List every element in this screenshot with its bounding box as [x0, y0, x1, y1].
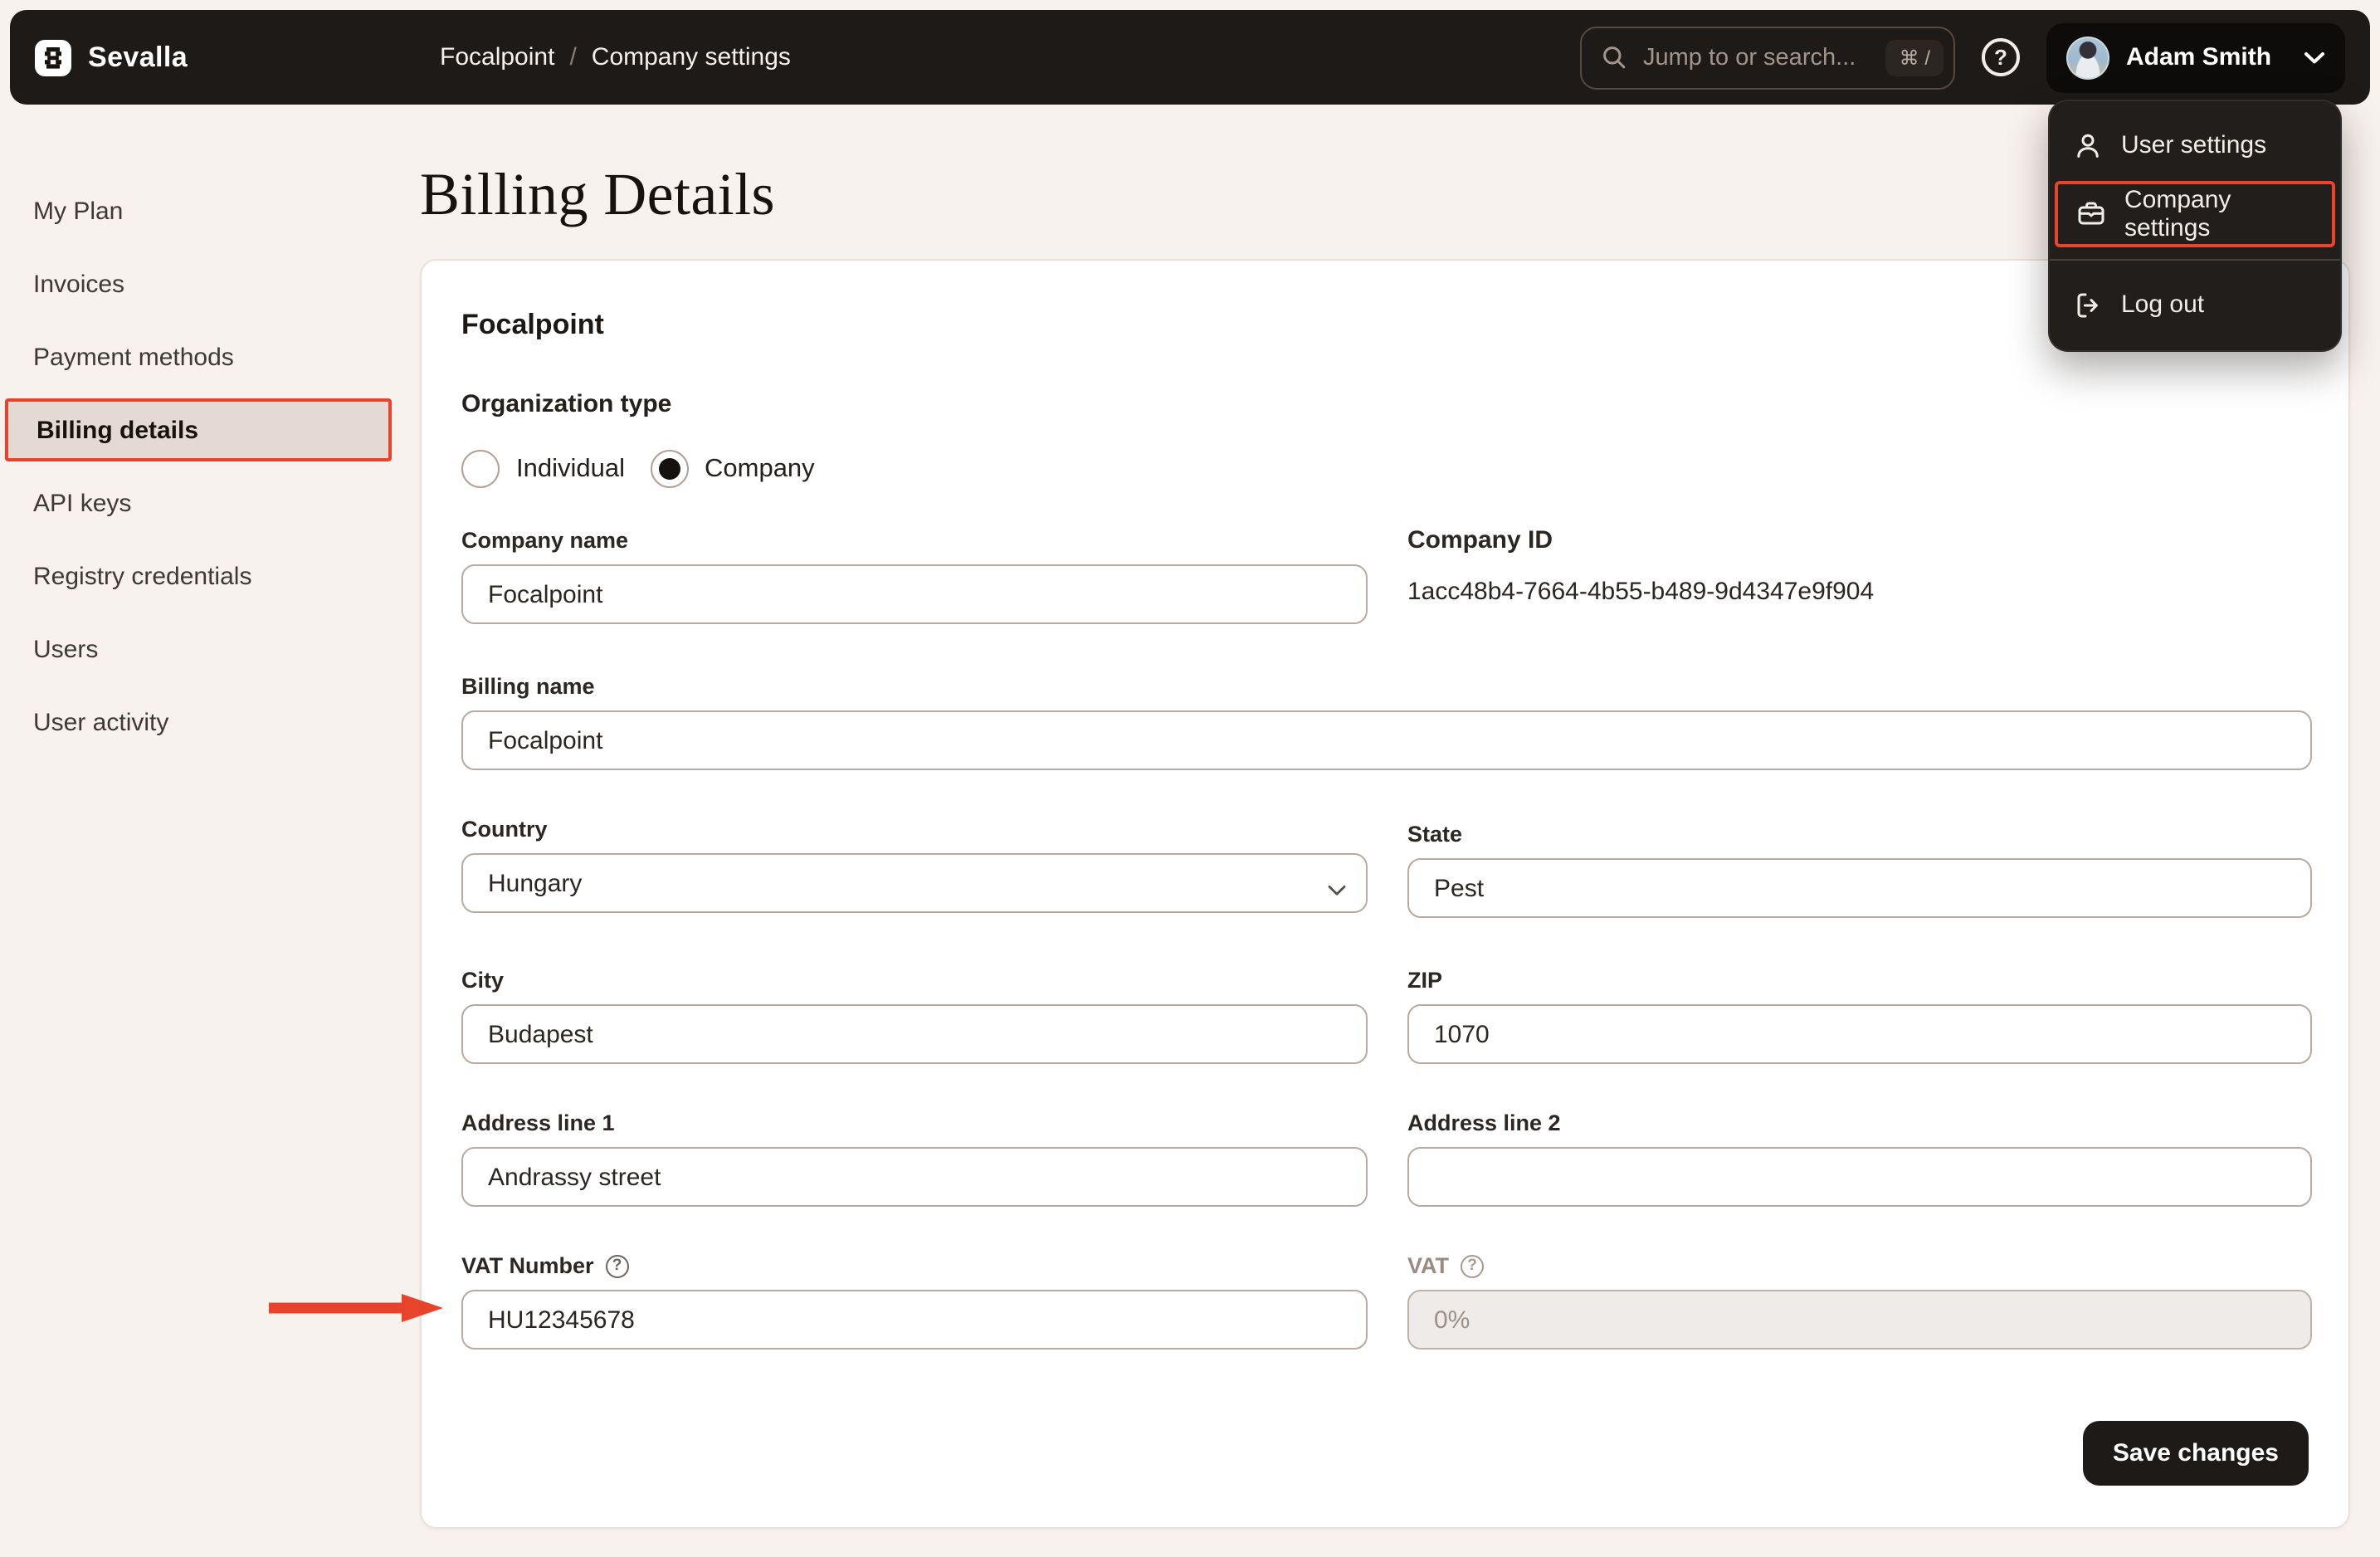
user-menu: User settings Company settings Log out	[2048, 100, 2342, 352]
sidebar-item-user-activity[interactable]: User activity	[0, 691, 420, 754]
city-input[interactable]	[461, 1004, 1368, 1064]
avatar	[2066, 36, 2109, 79]
search-icon	[1602, 45, 1626, 70]
zip-input[interactable]	[1407, 1004, 2312, 1064]
help-button[interactable]: ?	[1982, 38, 2020, 76]
billing-name-label: Billing name	[461, 674, 595, 699]
company-id-group: Company ID 1acc48b4-7664-4b55-b489-9d434…	[1407, 526, 2312, 624]
breadcrumb-separator: /	[569, 43, 577, 71]
sevalla-logo-icon	[35, 39, 71, 76]
menu-item-company-settings[interactable]: Company settings	[2055, 181, 2335, 247]
sidebar-item-invoices[interactable]: Invoices	[0, 252, 420, 315]
menu-divider	[2050, 259, 2340, 261]
city-field-group: City	[461, 966, 1368, 1064]
company-name-field-group: Company name	[461, 526, 1368, 624]
radio-circle-checked	[650, 450, 688, 488]
brand-name: Sevalla	[88, 41, 188, 72]
user-icon	[2073, 130, 2103, 160]
vat-number-help-icon[interactable]: ?	[605, 1254, 629, 1277]
sidebar: My Plan Invoices Payment methods Billing…	[0, 103, 420, 764]
state-field-group: State	[1407, 820, 2312, 918]
zip-label: ZIP	[1407, 968, 1443, 993]
address2-field-group: Address line 2	[1407, 1109, 2312, 1207]
briefcase-icon	[2076, 199, 2106, 229]
organization-type-radio-group: Individual Company	[461, 450, 2309, 488]
state-input[interactable]	[1407, 858, 2312, 918]
organization-type-label: Organization type	[461, 390, 672, 418]
annotation-arrow	[266, 1293, 445, 1331]
vat-help-icon[interactable]: ?	[1461, 1254, 1484, 1277]
address-line-1-input[interactable]	[461, 1147, 1368, 1207]
vat-number-field-group: VAT Number ?	[461, 1252, 1368, 1350]
breadcrumb-org[interactable]: Focalpoint	[440, 43, 554, 71]
menu-item-user-settings[interactable]: User settings	[2050, 113, 2340, 178]
vat-input	[1407, 1290, 2312, 1350]
billing-details-card: Focalpoint Organization type Individual …	[420, 259, 2350, 1529]
address1-label: Address line 1	[461, 1110, 615, 1135]
brand[interactable]: Sevalla	[35, 39, 188, 76]
city-label: City	[461, 968, 505, 993]
company-card-title: Focalpoint	[461, 309, 604, 340]
address2-label: Address line 2	[1407, 1110, 1561, 1135]
company-name-label: Company name	[461, 528, 629, 553]
sidebar-item-users[interactable]: Users	[0, 617, 420, 681]
company-id-label: Company ID	[1407, 526, 1553, 554]
page-title: Billing Details	[420, 161, 775, 227]
radio-individual[interactable]: Individual	[461, 450, 625, 488]
vat-number-label: VAT Number ?	[461, 1252, 1368, 1280]
country-field-group: Country	[461, 815, 1368, 918]
menu-item-label: Company settings	[2124, 186, 2231, 242]
app-root: Sevalla Focalpoint / Company settings ⌘ …	[0, 0, 2380, 1557]
topbar-right: ⌘ / ? Adam Smith	[1580, 22, 2345, 92]
state-label: State	[1407, 822, 1463, 847]
address1-field-group: Address line 1	[461, 1109, 1368, 1207]
country-select[interactable]	[461, 853, 1368, 913]
breadcrumb-page[interactable]: Company settings	[592, 43, 791, 71]
billing-name-input[interactable]	[461, 710, 2312, 770]
sidebar-item-my-plan[interactable]: My Plan	[0, 179, 420, 242]
menu-item-log-out[interactable]: Log out	[2050, 272, 2340, 337]
search-shortcut-chip: ⌘ /	[1885, 39, 1944, 76]
save-changes-button[interactable]: Save changes	[2082, 1421, 2309, 1486]
top-bar: Sevalla Focalpoint / Company settings ⌘ …	[10, 10, 2370, 105]
zip-field-group: ZIP	[1407, 966, 2312, 1064]
menu-item-label: User settings	[2121, 131, 2267, 159]
vat-label: VAT ?	[1407, 1252, 2312, 1280]
logout-icon	[2073, 290, 2103, 320]
sidebar-item-billing-details[interactable]: Billing details	[5, 398, 392, 461]
sidebar-item-payment-methods[interactable]: Payment methods	[0, 325, 420, 388]
country-label: Country	[461, 817, 548, 842]
user-menu-button[interactable]: Adam Smith	[2046, 22, 2345, 92]
search-box[interactable]: ⌘ /	[1580, 26, 1955, 89]
billing-name-field-group: Billing name	[461, 672, 2312, 770]
radio-company[interactable]: Company	[650, 450, 815, 488]
company-id-value: 1acc48b4-7664-4b55-b489-9d4347e9f904	[1407, 578, 1875, 606]
chevron-down-icon	[2304, 51, 2325, 64]
address-line-2-input[interactable]	[1407, 1147, 2312, 1207]
vat-number-input[interactable]	[461, 1290, 1368, 1350]
company-name-input[interactable]	[461, 564, 1368, 624]
sidebar-item-api-keys[interactable]: API keys	[0, 471, 420, 534]
radio-circle	[461, 450, 500, 488]
breadcrumb: Focalpoint / Company settings	[440, 10, 791, 105]
menu-item-label: Log out	[2121, 290, 2205, 319]
sidebar-item-registry-credentials[interactable]: Registry credentials	[0, 544, 420, 608]
vat-field-group: VAT ?	[1407, 1252, 2312, 1350]
search-input[interactable]	[1640, 42, 1873, 72]
user-name: Adam Smith	[2126, 43, 2272, 71]
